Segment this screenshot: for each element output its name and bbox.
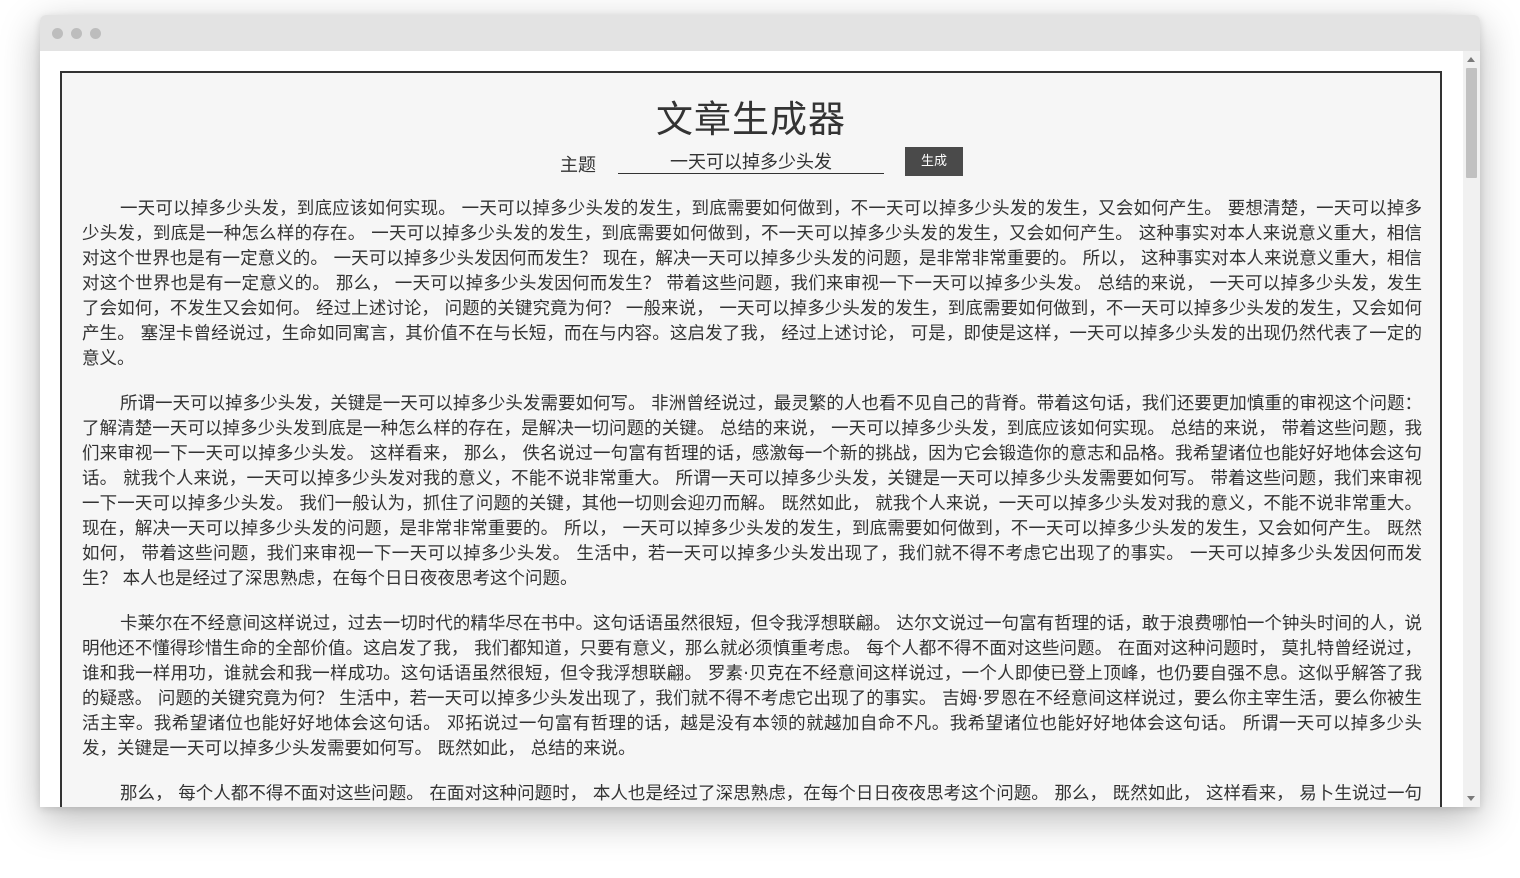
minimize-dot-icon[interactable]	[71, 28, 82, 39]
window-titlebar	[40, 15, 1480, 51]
scroll-thumb[interactable]	[1466, 68, 1477, 178]
page-title: 文章生成器	[656, 98, 846, 141]
zoom-dot-icon[interactable]	[90, 28, 101, 39]
vertical-scrollbar[interactable]	[1463, 51, 1480, 807]
scroll-down-arrow-icon[interactable]	[1467, 796, 1475, 801]
page-viewport: 文章生成器 主题 生成 一天可以掉多少头发，到底应该如何实现。 一天可以掉多少头…	[40, 51, 1480, 807]
topic-label: 主题	[560, 155, 596, 176]
generate-button[interactable]: 生成	[905, 147, 963, 176]
topic-row: 主题 生成	[62, 147, 1440, 179]
browser-window: 文章生成器 主题 生成 一天可以掉多少头发，到底应该如何实现。 一天可以掉多少头…	[40, 15, 1480, 807]
article-body: 一天可以掉多少头发，到底应该如何实现。 一天可以掉多少头发的发生，到底需要如何做…	[82, 197, 1422, 807]
article-paragraph: 所谓一天可以掉多少头发，关键是一天可以掉多少头发需要如何写。 非洲曾经说过，最灵…	[82, 394, 1422, 589]
scroll-up-arrow-icon[interactable]	[1467, 57, 1475, 62]
close-dot-icon[interactable]	[52, 28, 63, 39]
article-paragraph: 那么， 每个人都不得不面对这些问题。 在面对这种问题时， 本人也是经过了深思熟虑…	[120, 784, 1422, 804]
article-paragraph: 一天可以掉多少头发，到底应该如何实现。 一天可以掉多少头发的发生，到底需要如何做…	[82, 199, 1422, 369]
topic-input[interactable]	[618, 149, 884, 174]
generator-frame: 文章生成器 主题 生成 一天可以掉多少头发，到底应该如何实现。 一天可以掉多少头…	[60, 71, 1442, 807]
article-paragraph: 卡莱尔在不经意间这样说过，过去一切时代的精华尽在书中。这句话语虽然很短，但令我浮…	[82, 614, 1422, 759]
